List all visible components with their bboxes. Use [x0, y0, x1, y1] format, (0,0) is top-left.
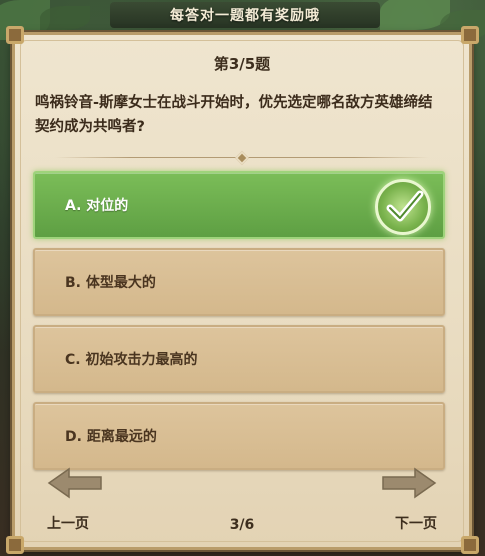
ornament-divider	[55, 150, 429, 166]
corner-ornament	[6, 26, 24, 44]
corner-ornament	[461, 26, 479, 44]
check-icon	[375, 179, 431, 235]
reward-banner: 每答对一题都有奖励哦	[110, 2, 380, 28]
next-page-button[interactable]: 下一页	[395, 513, 437, 533]
pagination-footer: 上一页 3/6 下一页	[35, 463, 449, 533]
question-text: 鸣祸铃音-斯摩女士在战斗开始时，优先选定哪名敌方英雄缔结契约成为共鸣者?	[35, 95, 433, 135]
page-indicator: 3/6	[229, 517, 255, 533]
divider-gem-icon	[234, 150, 250, 166]
corner-ornament	[6, 536, 24, 554]
option-label: C. 初始攻击力最高的	[65, 352, 198, 368]
option-label: D. 距离最远的	[65, 429, 157, 445]
banner-title: 每答对一题都有奖励哦	[170, 8, 320, 24]
answer-options: A. 对位的 B. 体型最大的 C. 初始攻击力最高的 D. 距离最远的	[33, 171, 445, 479]
option-a-button[interactable]: A. 对位的	[33, 171, 445, 239]
option-c-button[interactable]: C. 初始攻击力最高的	[33, 325, 445, 393]
arrow-right-icon[interactable]	[379, 463, 439, 503]
option-label: B. 体型最大的	[65, 275, 156, 291]
arrow-left-icon[interactable]	[45, 463, 105, 503]
option-d-button[interactable]: D. 距离最远的	[33, 402, 445, 470]
corner-ornament	[461, 536, 479, 554]
leaf-decoration	[40, 6, 90, 30]
option-b-button[interactable]: B. 体型最大的	[33, 248, 445, 316]
question-counter: 第3/5题	[213, 55, 271, 73]
quiz-panel: 第3/5题 鸣祸铃音-斯摩女士在战斗开始时，优先选定哪名敌方英雄缔结契约成为共鸣…	[12, 32, 472, 550]
option-label: A. 对位的	[65, 198, 129, 214]
